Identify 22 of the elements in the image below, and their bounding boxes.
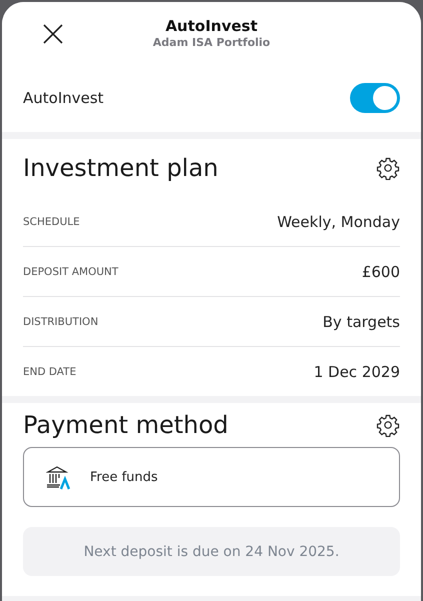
- page-title: AutoInvest: [165, 17, 258, 35]
- settings-button[interactable]: [376, 156, 400, 180]
- row-value: By targets: [322, 312, 400, 330]
- settings-button[interactable]: [376, 413, 400, 437]
- page-subtitle: Adam ISA Portfolio: [152, 36, 270, 49]
- settings-icon: [376, 413, 400, 437]
- payment-option[interactable]: Free funds: [23, 447, 400, 507]
- row-value: Weekly, Monday: [277, 212, 400, 230]
- autoinvest-switch[interactable]: [350, 83, 400, 113]
- row-label: DEPOSIT AMOUNT: [23, 266, 118, 278]
- row-value: £600: [362, 262, 400, 280]
- row-label: END DATE: [23, 366, 76, 378]
- bank-icon: [46, 464, 72, 490]
- settings-icon: [376, 156, 400, 180]
- row-value: 1 Dec 2029: [314, 362, 400, 380]
- row-label: DISTRIBUTION: [23, 316, 98, 328]
- deposit-notice: Next deposit is due on 24 Nov 2025.: [23, 527, 400, 576]
- section-title: Investment plan: [23, 154, 218, 182]
- row-label: SCHEDULE: [23, 216, 80, 228]
- close-button[interactable]: [42, 23, 64, 45]
- section-title: Payment method: [23, 411, 228, 439]
- toggle-label: AutoInvest: [23, 89, 104, 107]
